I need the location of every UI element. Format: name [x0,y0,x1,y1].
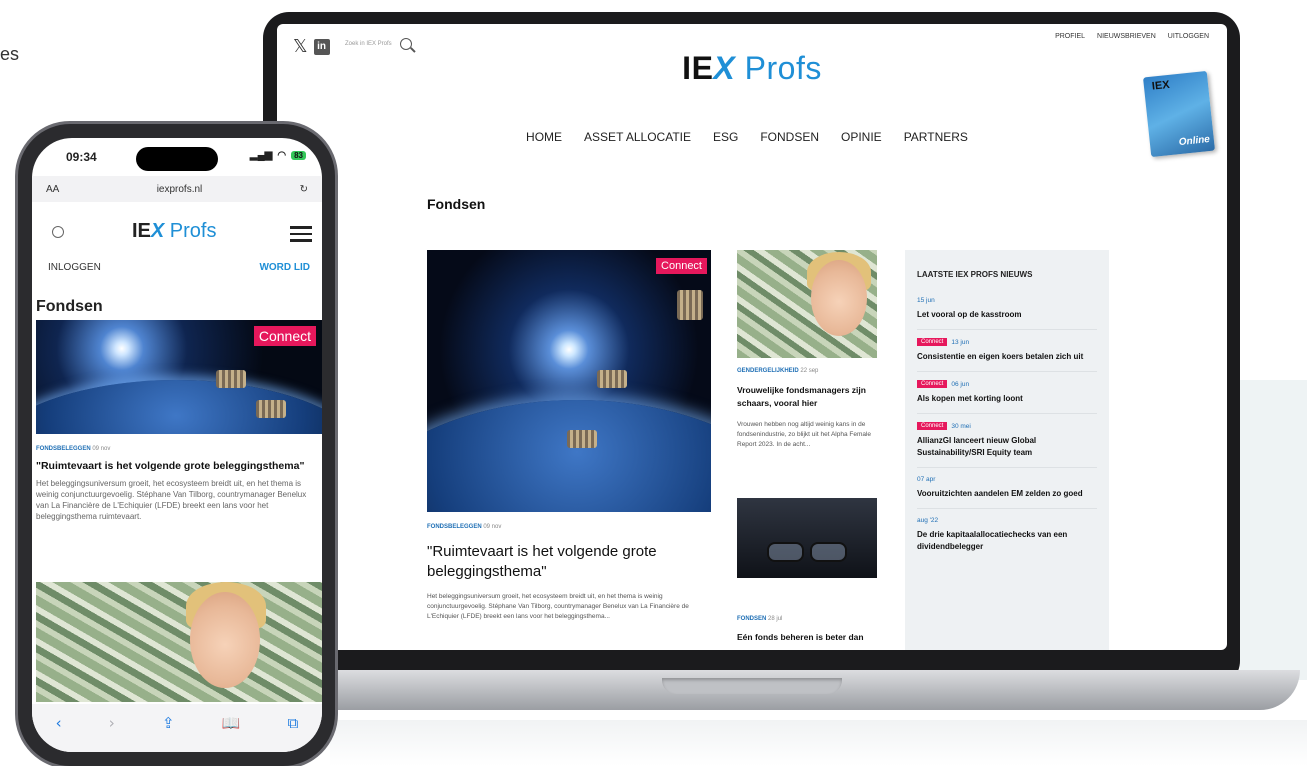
text-size-button[interactable]: AA [46,184,59,195]
site-logo[interactable]: IEX Profs [277,50,1227,87]
connect-badge: Connect [253,326,316,346]
satellite [597,370,627,388]
reload-icon[interactable]: ↻ [300,184,308,195]
page-title: Fondsen [36,298,103,315]
nav-fondsen[interactable]: FONDSEN [760,130,819,144]
latest-news-sidebar: LAATSTE IEX PROFS NIEUWS 15 jun Let voor… [905,250,1109,650]
hero-title[interactable]: "Ruimtevaart is het volgende grote beleg… [36,460,320,472]
page-title: Fondsen [427,196,486,212]
satellite [567,430,597,448]
status-icons: ▂▄▆ ◠ 83 [250,150,306,161]
main-nav: HOME ASSET ALLOCATIE ESG FONDSEN OPINIE … [277,130,1227,144]
search-icon[interactable] [52,226,64,238]
laptop-notch [662,678,842,694]
browser-toolbar: ‹ › ⇪ 📖 ⧉ [32,704,322,752]
earth-graphic [427,400,711,512]
profile-link[interactable]: PROFIEL [1055,33,1085,40]
url-text[interactable]: iexprofs.nl [157,184,203,195]
sidebar-heading: LAATSTE IEX PROFS NIEUWS [917,270,1033,279]
connect-tag: Connect [917,338,948,346]
hero-article-image[interactable]: Connect [36,320,322,434]
hero-summary: Het beleggingsuniversum groeit, het ecos… [427,593,689,620]
hero-title[interactable]: "Ruimtevaart is het volgende grote beleg… [427,542,711,582]
nav-partners[interactable]: PARTNERS [904,130,968,144]
connect-badge: Connect [656,258,707,274]
sidebar-item[interactable]: aug '22 De drie kapitaalallocatiechecks … [917,517,1097,561]
article-image-money[interactable] [36,582,322,702]
status-time: 09:34 [66,150,97,164]
sidebar-item[interactable]: Connect 13 jun Consistentie en eigen koer… [917,338,1097,372]
search-input[interactable]: Zoek in IEX Profs [345,41,392,47]
article-title[interactable]: Vrouwelijke fondsmanagers zijn schaars, … [737,384,879,410]
satellite [677,290,703,320]
connect-tag: Connect [917,380,948,388]
dynamic-island [136,147,218,171]
share-icon[interactable]: ⇪ [162,714,175,732]
nav-esg[interactable]: ESG [713,130,738,144]
phone-screen: 09:34 ▂▄▆ ◠ 83 AA iexprofs.nl ↻ IEX Prof… [32,138,322,752]
satellite [216,370,246,388]
hero-article-image[interactable]: Connect [427,250,711,512]
menu-icon[interactable] [290,226,312,242]
bookmarks-icon[interactable]: 📖 [222,714,241,732]
article-meta: FONDSEN 28 jul [737,616,783,622]
hero-meta: FONDSBELEGGEN 09 nov [36,446,111,452]
sidebar-item[interactable]: 15 jun Let vooral op de kasstroom [917,297,1097,330]
back-icon[interactable]: ‹ [56,714,62,732]
connect-tag: Connect [917,422,948,430]
laptop-screen: 𝕏 in Zoek in IEX Profs PROFIEL NIEUWSBRI… [277,24,1227,650]
signal-icon: ▂▄▆ [249,150,273,161]
nav-home[interactable]: HOME [526,130,562,144]
site-logo[interactable]: IEX Profs [132,220,217,243]
face [190,592,260,688]
newsletters-link[interactable]: NIEUWSBRIEVEN [1097,33,1156,40]
magazine-cover[interactable]: IEX Online [1142,70,1216,158]
sidebar-item[interactable]: Connect 30 mei AllianzGI lanceert nieuw G… [917,422,1097,468]
logout-link[interactable]: UITLOGGEN [1168,33,1209,40]
sidebar-item[interactable]: 07 apr Vooruitzichten aandelen EM zelden… [917,476,1097,509]
address-bar[interactable]: AA iexprofs.nl ↻ [32,176,322,202]
article-summary: Vrouwen hebben nog altijd weinig kans in… [737,421,872,448]
article-image-glasses[interactable] [737,498,877,578]
tabs-icon[interactable]: ⧉ [288,714,299,732]
account-links: PROFIEL NIEUWSBRIEVEN UITLOGGEN [1055,33,1209,40]
wifi-icon: ◠ [277,150,287,161]
nav-asset-allocatie[interactable]: ASSET ALLOCATIE [584,130,691,144]
sidebar-item[interactable]: Connect 06 jun Als kopen met korting loon… [917,380,1097,414]
battery-icon: 83 [291,151,306,160]
search-icon[interactable] [399,38,412,50]
face [811,260,867,336]
background-panel [1240,380,1307,680]
article-meta: GENDERGELIJKHEID 22 sep [737,368,819,374]
cropped-heading-fragment: es [0,44,20,64]
article-image-money[interactable] [737,250,877,358]
join-link[interactable]: WORD LID [259,262,310,273]
hero-meta: FONDSBELEGGEN 09 nov [427,524,502,530]
login-link[interactable]: INLOGGEN [48,262,101,273]
hero-summary: Het beleggingsuniversum groeit, het ecos… [36,479,307,521]
glasses [767,542,847,562]
forward-icon[interactable]: › [109,714,115,732]
satellite [256,400,286,418]
nav-opinie[interactable]: OPINIE [841,130,882,144]
article-title[interactable]: Eén fonds beheren is beter dan [737,632,879,642]
floor-shadow [330,720,1307,766]
